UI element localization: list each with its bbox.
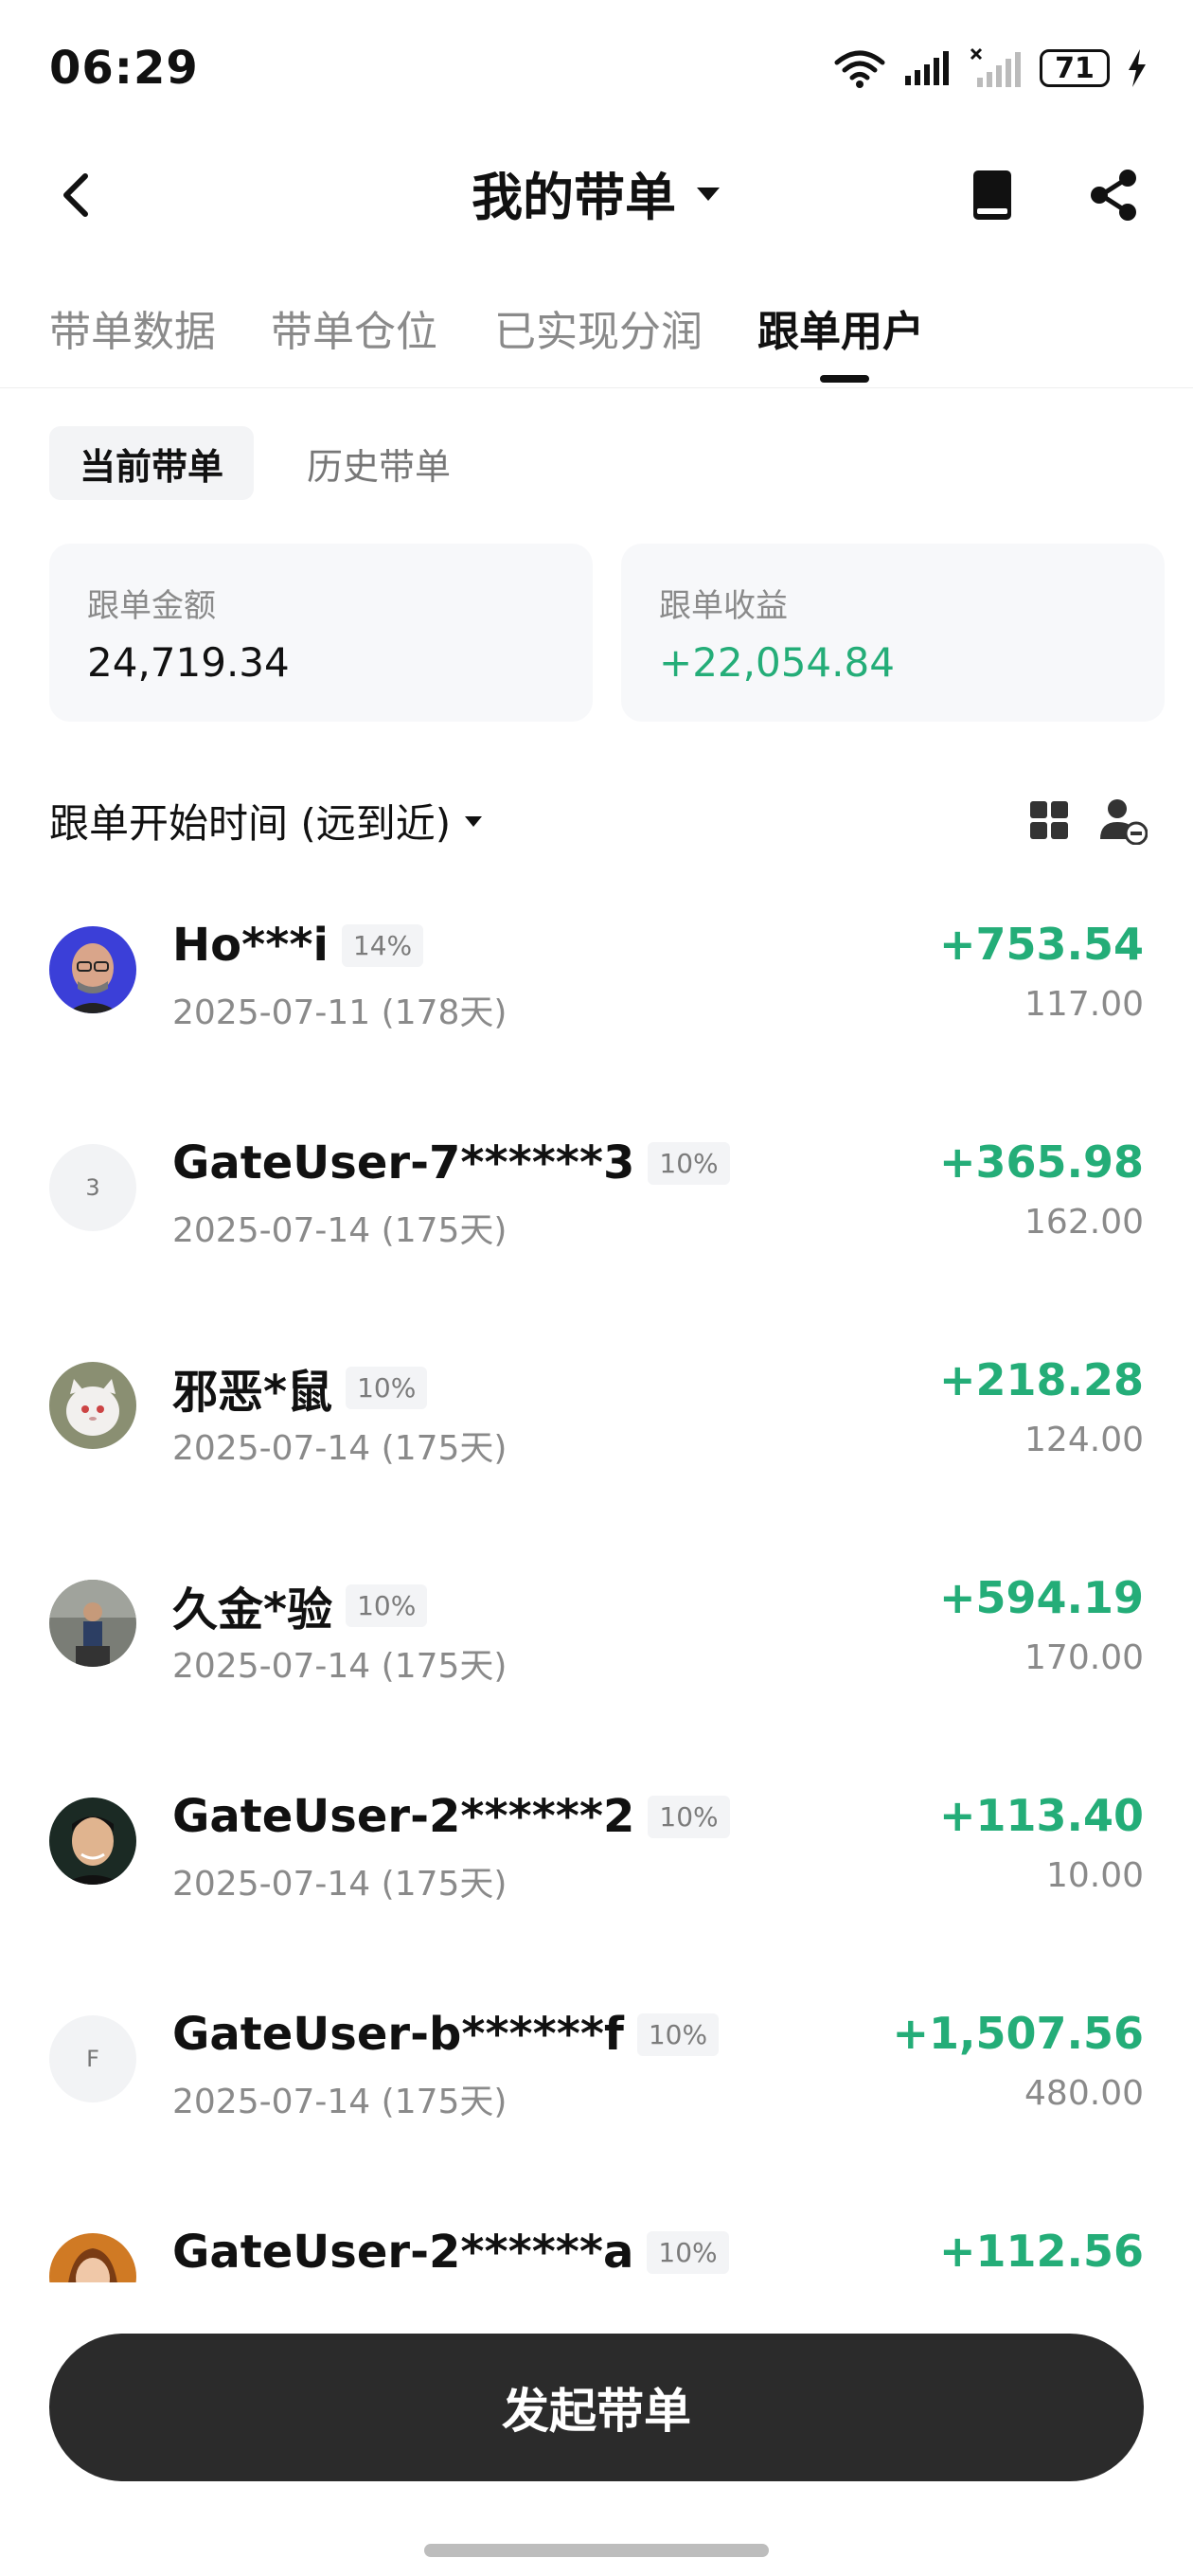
follower-profit: +1,507.56 [892, 2008, 1144, 2059]
follower-profit: +218.28 [938, 1354, 1144, 1405]
status-icons: 71 [833, 47, 1148, 89]
start-copy-trading-button[interactable]: 发起带单 [49, 2334, 1144, 2481]
avatar: F [49, 2015, 136, 2102]
follower-name-line: Ho***i 14% [172, 919, 424, 972]
follower-name-line: 久金*验 10% [172, 1572, 428, 1638]
follower-row[interactable]: 3 GateUser-7******3 10% 2025-07-14 (175天) +3… [0, 1099, 1193, 1288]
follower-name: 久金*验 [172, 1583, 333, 1637]
follow-start-date: 2025-07-14 (175天) [172, 1865, 507, 1904]
follower-profit: +753.54 [938, 919, 1144, 970]
follower-amount: 124.00 [1024, 1421, 1144, 1459]
follower-name: GateUser-2******a [172, 2226, 634, 2279]
follower-name: GateUser-2******2 [172, 1790, 635, 1843]
profit-share-badge: 10% [648, 1141, 730, 1185]
main-tabs: 带单数据 带单仓位 已实现分润 跟单用户 [0, 284, 1193, 388]
tab-positions[interactable]: 带单仓位 [271, 297, 437, 358]
follower-profit: +594.19 [938, 1572, 1144, 1623]
copy-profit-card: 跟单收益 +22,054.84 [621, 544, 1165, 722]
summary-cards: 跟单金额 24,719.34 跟单收益 +22,054.84 [49, 544, 1165, 722]
follower-name-line: GateUser-7******3 10% [172, 1136, 730, 1190]
share-icon [1091, 170, 1136, 221]
copy-amount-card: 跟单金额 24,719.34 [49, 544, 593, 722]
caret-down-icon [697, 187, 720, 201]
follower-name-line: GateUser-b******f 10% [172, 2008, 720, 2061]
avatar: 3 [49, 1144, 136, 1231]
tab-realized-profit-share[interactable]: 已实现分润 [494, 297, 703, 358]
follower-row[interactable]: GateUser-2******2 10% 2025-07-14 (175天) +11… [0, 1752, 1193, 1941]
grid-view-button[interactable] [1026, 797, 1072, 843]
follower-name-line: 邪恶*鼠 10% [172, 1354, 428, 1421]
follower-profit: +112.56 [938, 2226, 1144, 2277]
follower-amount: 170.00 [1024, 1638, 1144, 1677]
follower-name: 邪恶*鼠 [172, 1366, 333, 1419]
follow-start-date: 2025-07-14 (175天) [172, 2083, 507, 2121]
follower-name-line: GateUser-2******a 10% [172, 2226, 729, 2279]
follower-amount: 162.00 [1024, 1203, 1144, 1242]
follower-amount: 117.00 [1024, 985, 1144, 1024]
home-indicator [424, 2544, 769, 2557]
avatar [49, 1798, 136, 1885]
subtab-current[interactable]: 当前带单 [49, 426, 255, 500]
sort-label: 跟单开始时间 (远到近) [49, 800, 452, 847]
signal-icon [905, 51, 949, 85]
caret-down-icon [465, 815, 483, 827]
copy-amount-label: 跟单金额 [87, 587, 216, 625]
follow-start-date: 2025-07-11 (178天) [172, 993, 507, 1032]
follower-amount: 480.00 [1024, 2074, 1144, 2113]
follower-name-line: GateUser-2******2 10% [172, 1790, 730, 1843]
follower-amount: 10.00 [1045, 1856, 1144, 1895]
follower-list: Ho***i 14% 2025-07-11 (178天) +753.54 117.00 3… [0, 881, 1193, 2292]
page-title: 我的带单 [472, 168, 676, 227]
charging-bolt-icon [1129, 49, 1146, 87]
grid-icon [1030, 801, 1068, 839]
active-tab-indicator [820, 375, 869, 383]
sort-row: 跟单开始时间 (远到近) [49, 786, 1148, 852]
battery-indicator: 71 [1040, 49, 1110, 87]
status-time: 06:29 [49, 42, 199, 95]
copy-trading-page: 06:29 71 我的带单 带单数据 带单仓位 已实现分润 跟单用户 当前带单 … [0, 0, 1193, 2576]
avatar [49, 1362, 136, 1449]
profit-share-badge: 10% [346, 1583, 428, 1627]
profit-share-badge: 10% [648, 1795, 730, 1838]
profit-share-badge: 10% [647, 2230, 729, 2274]
profit-share-badge: 14% [341, 923, 424, 967]
follow-start-date: 2025-07-14 (175天) [172, 1647, 507, 1686]
avatar [49, 926, 136, 1013]
user-remove-icon [1100, 799, 1148, 846]
share-button[interactable] [1083, 165, 1144, 225]
status-bar: 06:29 71 [0, 0, 1193, 133]
follower-name: GateUser-b******f [172, 2008, 624, 2061]
follower-row[interactable]: GateUser-2******a10%2025-07-14 (175天)+11… [0, 2188, 1193, 2292]
follower-name: GateUser-7******3 [172, 1136, 635, 1190]
follower-name: Ho***i [172, 919, 329, 972]
bottom-action-area: 发起带单 [0, 2282, 1193, 2576]
app-header: 我的带单 [0, 142, 1193, 246]
follower-row[interactable]: 邪恶*鼠 10% 2025-07-14 (175天) +218.28 124.00 [0, 1316, 1193, 1506]
sub-tabs: 当前带单 历史带单 [49, 426, 481, 500]
profit-share-badge: 10% [346, 1366, 428, 1409]
follower-profit: +113.40 [938, 1790, 1144, 1841]
follower-row[interactable]: F GateUser-b******f 10% 2025-07-14 (175天) +1… [0, 1970, 1193, 2159]
copy-profit-label: 跟单收益 [659, 587, 788, 625]
follow-start-date: 2025-07-14 (175天) [172, 1429, 507, 1468]
sort-dropdown[interactable]: 跟单开始时间 (远到近) [49, 792, 483, 850]
book-icon [973, 170, 1011, 220]
tab-copy-data[interactable]: 带单数据 [49, 297, 216, 358]
signal-no-service-icon [970, 47, 1021, 87]
tab-followers[interactable]: 跟单用户 [757, 297, 924, 358]
profit-share-badge: 10% [636, 2012, 720, 2056]
follower-row[interactable]: 久金*验 10% 2025-07-14 (175天) +594.19 170.00 [0, 1534, 1193, 1724]
follower-row[interactable]: Ho***i 14% 2025-07-11 (178天) +753.54 117.00 [0, 881, 1193, 1070]
copy-amount-value: 24,719.34 [87, 639, 290, 686]
manage-followers-button[interactable] [1098, 796, 1148, 846]
wifi-icon [834, 50, 885, 88]
subtab-history[interactable]: 历史带单 [276, 426, 481, 500]
follow-start-date: 2025-07-14 (175天) [172, 1211, 507, 1250]
follower-profit: +365.98 [938, 1136, 1144, 1188]
avatar [49, 1580, 136, 1667]
copy-profit-value: +22,054.84 [659, 639, 895, 686]
guide-book-button[interactable] [962, 165, 1023, 225]
